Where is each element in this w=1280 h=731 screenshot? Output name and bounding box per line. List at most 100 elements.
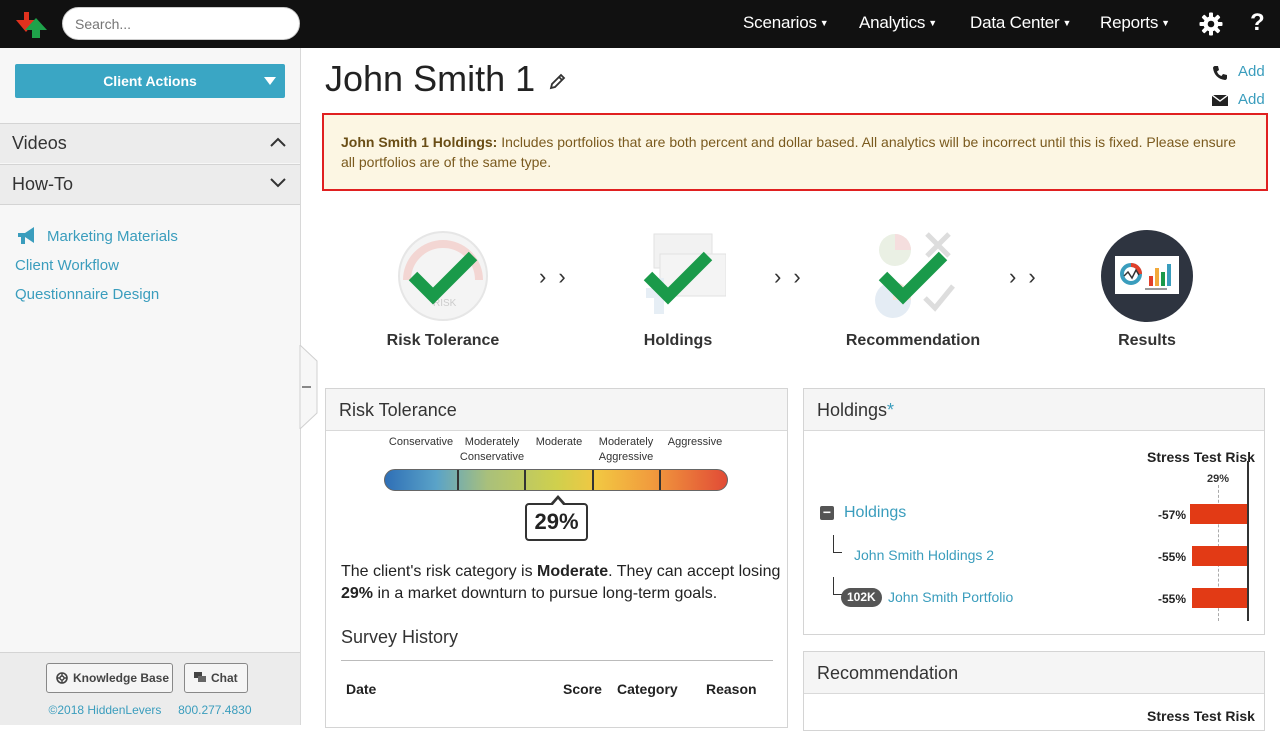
tree-connector [833, 535, 842, 553]
panel-title: Holdings [817, 400, 888, 420]
risk-score-marker: 29% [525, 495, 588, 541]
email-icon [1212, 95, 1228, 106]
search-input[interactable] [62, 7, 300, 40]
logo-icon[interactable] [14, 10, 48, 40]
add-phone-link[interactable]: Add [1238, 63, 1265, 80]
scale-label-moderately-aggressive: Moderately Aggressive [591, 435, 661, 465]
nav-label: Data Center [970, 13, 1060, 32]
survey-col-date[interactable]: Date [346, 681, 376, 697]
scale-divider [457, 470, 459, 490]
risk-score-value: 29% [534, 509, 579, 534]
scale-label-moderately-conservative: Moderately Conservative [457, 435, 527, 465]
nav-scenarios[interactable]: Scenarios ▼ [743, 13, 829, 33]
section-label: How-To [12, 174, 74, 194]
value-badge: 102K [841, 588, 882, 607]
chat-button[interactable]: Chat [184, 663, 248, 693]
scale-label-line2: Conservative [459, 451, 525, 463]
scale-label-line2: Aggressive [598, 451, 654, 463]
results-step-icon [1099, 228, 1195, 324]
sidebar: Client Actions Videos How-To Marketing M… [0, 48, 301, 725]
step-risk-tolerance[interactable]: RISK Risk Tolerance [373, 228, 513, 349]
scale-label-line1: Moderately [464, 436, 520, 448]
chat-icon [194, 672, 206, 682]
stress-test-header: Stress Test Risk [1147, 708, 1255, 724]
nav-data-center[interactable]: Data Center ▼ [970, 13, 1071, 33]
panel-title: Risk Tolerance [326, 389, 787, 431]
tree-connector [833, 577, 842, 595]
risk-scale-bar [384, 469, 728, 491]
knowledge-base-button[interactable]: Knowledge Base [46, 663, 173, 693]
holding-bar [1192, 546, 1247, 566]
holding-bar [1190, 504, 1247, 524]
caret-down-icon: ▼ [1062, 18, 1072, 28]
summary-category: Moderate [537, 563, 609, 580]
scale-label-line2: Aggressive [667, 436, 723, 448]
panel-title-row: Holdings* [804, 389, 1264, 431]
step-holdings[interactable]: Holdings [608, 228, 748, 349]
caret-down-icon: ▼ [928, 18, 937, 28]
scale-label-moderate: Moderate [524, 435, 594, 450]
add-email-link[interactable]: Add [1238, 91, 1265, 108]
scale-label-line1: Moderately [598, 436, 654, 448]
knowledge-base-label: Knowledge Base [73, 671, 170, 685]
risk-tolerance-panel: Risk Tolerance Conservative Moderately Co… [325, 388, 788, 728]
phone-number[interactable]: 800.277.4830 [178, 703, 251, 717]
step-arrows-icon: ›› [539, 264, 578, 289]
caret-down-icon: ▼ [1161, 18, 1170, 28]
summary-part: . They can accept losing [608, 563, 781, 580]
holdings-panel: Holdings* Stress Test Risk 29% − Holding… [803, 388, 1265, 635]
gear-icon[interactable] [1199, 12, 1223, 36]
chevron-up-icon [270, 137, 286, 147]
survey-col-category[interactable]: Category [617, 681, 678, 697]
client-actions-label: Client Actions [103, 73, 197, 89]
help-icon[interactable]: ? [1250, 9, 1265, 37]
checkmark-icon [878, 251, 948, 305]
sidebar-collapse-handle[interactable] [299, 345, 319, 429]
survey-col-score[interactable]: Score [563, 681, 602, 697]
step-label: Results [1118, 332, 1176, 349]
panel-title: Recommendation [804, 652, 1264, 694]
recommendation-panel: Recommendation Stress Test Risk [803, 651, 1265, 731]
step-label: Risk Tolerance [386, 332, 500, 349]
sidebar-section-how-to[interactable]: How-To [0, 164, 300, 205]
edit-icon[interactable] [549, 73, 566, 90]
top-navbar: Scenarios▼ Analytics▼ Data Center▼ Repor… [0, 0, 1280, 48]
sidebar-footer: Knowledge Base Chat ©2018 HiddenLevers 8… [0, 652, 300, 725]
nav-reports[interactable]: Reports ▼ [1100, 13, 1170, 33]
holding-pct: -57% [1157, 508, 1186, 522]
holding-name[interactable]: John Smith Portfolio [888, 589, 1013, 605]
caret-down-icon [264, 77, 276, 85]
sidebar-link-marketing-materials[interactable]: Marketing Materials [47, 228, 178, 245]
dashboard-icon [1101, 230, 1193, 322]
risk-summary-text: The client's risk category is Moderate. … [341, 561, 781, 605]
step-results[interactable]: Results [1077, 228, 1217, 349]
step-label: Holdings [643, 332, 713, 349]
holding-name[interactable]: John Smith Holdings 2 [854, 547, 994, 563]
sidebar-section-videos[interactable]: Videos [0, 123, 300, 163]
nav-analytics[interactable]: Analytics ▼ [859, 13, 937, 33]
holding-row: − Holdings -57% [804, 499, 1264, 529]
sidebar-link-questionnaire-design[interactable]: Questionnaire Design [15, 286, 159, 303]
client-name-title: John Smith 1 [325, 58, 536, 99]
holding-bar [1192, 588, 1247, 608]
scale-divider [659, 470, 661, 490]
phone-icon [1213, 66, 1227, 80]
stress-axis-label: 29% [1207, 473, 1230, 485]
survey-col-reason[interactable]: Reason [706, 681, 757, 697]
scale-label-conservative: Conservative [386, 435, 456, 450]
sidebar-link-client-workflow[interactable]: Client Workflow [15, 257, 119, 274]
scale-label-aggressive: Aggressive [660, 435, 730, 450]
alert-title: John Smith 1 Holdings: [341, 134, 498, 150]
summary-loss: 29% [341, 585, 374, 602]
scale-divider [524, 470, 526, 490]
step-recommendation[interactable]: Recommendation [843, 228, 983, 349]
client-actions-button[interactable]: Client Actions [15, 64, 285, 98]
holding-pct: -55% [1157, 592, 1186, 606]
megaphone-icon [18, 227, 34, 244]
footer-text: ©2018 HiddenLevers 800.277.4830 [0, 703, 300, 717]
collapse-toggle-icon[interactable]: − [820, 505, 834, 520]
stress-test-header: Stress Test Risk [1147, 449, 1255, 465]
step-arrows-icon: ›› [774, 264, 813, 289]
nav-label: Scenarios [743, 13, 817, 32]
holding-name[interactable]: Holdings [844, 504, 906, 522]
